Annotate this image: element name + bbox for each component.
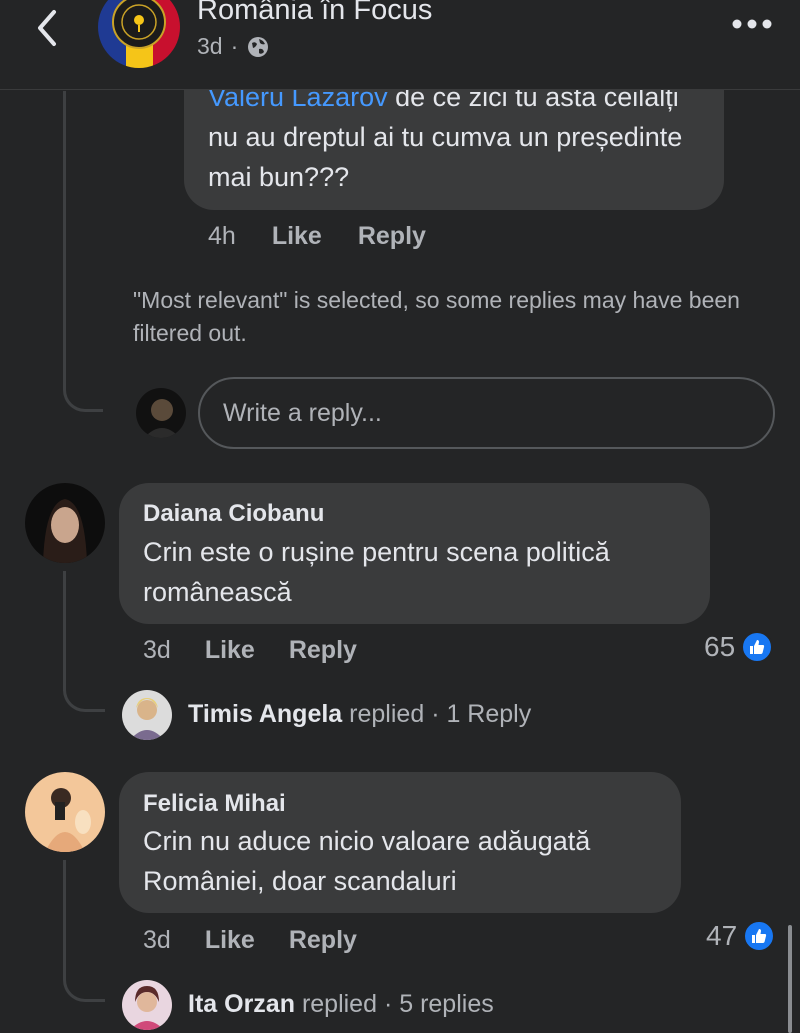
meta-separator: ·: [230, 33, 239, 59]
thread-connector: [63, 370, 103, 412]
replier-name[interactable]: Ita Orzan: [188, 990, 295, 1018]
replied-label: replied: [349, 700, 425, 728]
commenter-avatar[interactable]: [25, 483, 105, 563]
thread-connector: [63, 962, 105, 1002]
current-user-avatar[interactable]: [136, 388, 186, 438]
comment-author[interactable]: Daiana Ciobanu: [143, 500, 324, 528]
replier-name[interactable]: Timis Angela: [188, 700, 342, 728]
commenter-avatar[interactable]: [25, 772, 105, 852]
reply-button[interactable]: Reply: [289, 926, 357, 955]
chevron-left-icon: [38, 10, 56, 46]
thread-line: [63, 91, 66, 371]
more-options-button[interactable]: [728, 14, 776, 34]
globe-icon: [248, 36, 269, 57]
reply-count[interactable]: · 1 Reply: [431, 700, 531, 728]
page-name[interactable]: România în Focus: [197, 0, 432, 27]
comment-text: Crin este o rușine pentru scena politică…: [143, 537, 610, 607]
reaction-count[interactable]: 47: [706, 920, 776, 952]
reply-actions: 4h Like Reply: [208, 222, 426, 251]
comment-author[interactable]: Felicia Mihai: [143, 790, 286, 818]
thumbs-up-icon: [743, 920, 776, 952]
filter-notice: "Most relevant" is selected, so some rep…: [133, 287, 740, 346]
like-button[interactable]: Like: [272, 222, 322, 251]
post-meta: 3d ·: [197, 33, 270, 60]
thumbs-up-icon: [741, 631, 774, 663]
replier-avatar[interactable]: [122, 690, 172, 740]
like-button[interactable]: Like: [205, 636, 255, 665]
post-time[interactable]: 3d: [197, 33, 223, 60]
more-horizontal-icon: [732, 19, 772, 29]
back-button[interactable]: [28, 6, 68, 50]
reply-count[interactable]: · 5 replies: [384, 990, 494, 1018]
scrollbar[interactable]: [788, 925, 792, 1033]
comment-actions: 3d Like Reply: [143, 926, 357, 955]
thread-connector: [63, 672, 105, 712]
page-avatar[interactable]: [98, 0, 180, 68]
reaction-number: 47: [706, 920, 738, 951]
reply-input[interactable]: Write a reply...: [198, 377, 775, 449]
reply-text: Valeru Lazarov de ce zici tu asta ceilal…: [208, 77, 713, 197]
comment-time[interactable]: 3d: [143, 636, 171, 665]
reaction-count[interactable]: 65: [704, 631, 774, 663]
comment-time[interactable]: 3d: [143, 926, 171, 955]
replier-avatar[interactable]: [122, 980, 172, 1030]
comment-text: Crin nu aduce nicio valoare adăugată Rom…: [143, 826, 591, 896]
reply-button[interactable]: Reply: [289, 636, 357, 665]
reaction-number: 65: [704, 631, 736, 662]
reply-time[interactable]: 4h: [208, 222, 236, 251]
like-button[interactable]: Like: [205, 926, 255, 955]
replies-link[interactable]: Timis Angela replied · 1 Reply: [188, 700, 531, 729]
replied-label: replied: [301, 990, 377, 1018]
reply-button[interactable]: Reply: [358, 222, 426, 251]
replies-link[interactable]: Ita Orzan replied · 5 replies: [188, 990, 494, 1019]
post-header: România în Focus 3d ·: [0, 0, 800, 90]
comment-actions: 3d Like Reply: [143, 636, 357, 665]
